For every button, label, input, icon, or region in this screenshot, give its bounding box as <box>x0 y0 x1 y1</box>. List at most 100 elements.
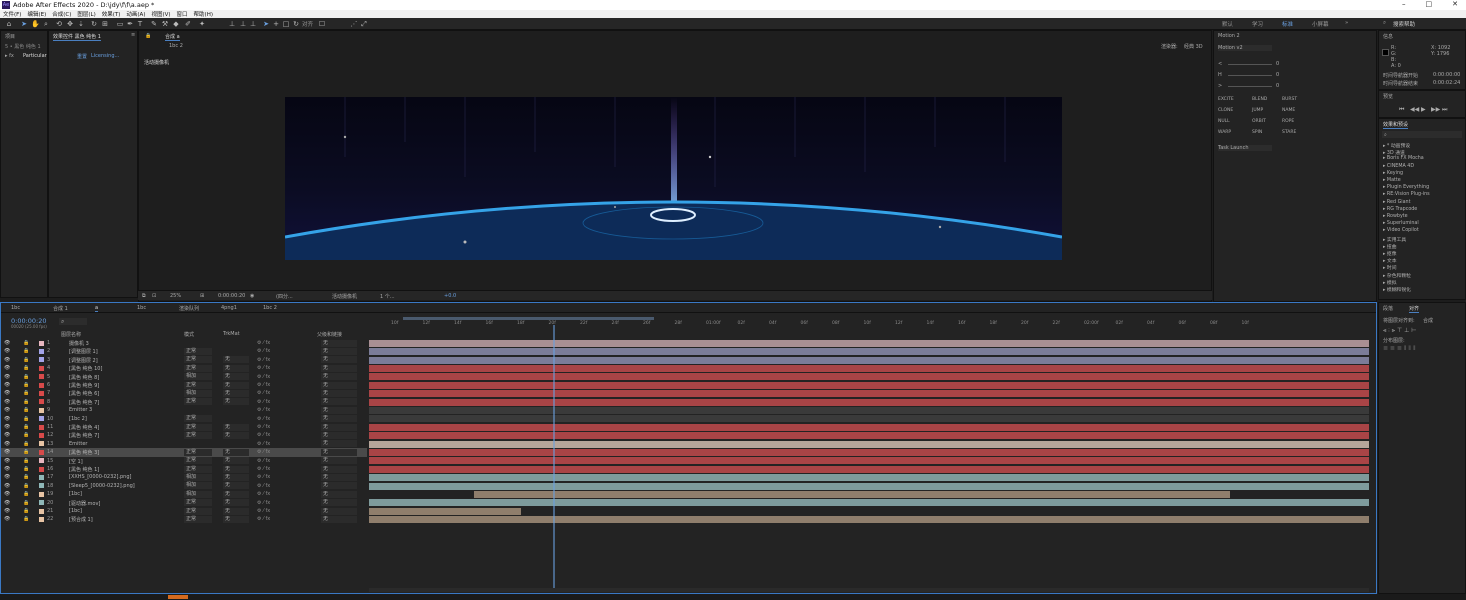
blend-mode-dropdown[interactable]: 相加 <box>184 490 212 498</box>
layer-switches[interactable]: ⚙ ⁄ fx <box>257 365 270 371</box>
playhead[interactable] <box>553 325 555 589</box>
label-color-swatch[interactable] <box>39 416 44 422</box>
lock-icon[interactable]: 🔒 <box>23 432 29 438</box>
lock-icon[interactable]: 🔒 <box>23 407 29 413</box>
lock-icon[interactable]: 🔒 <box>23 483 29 489</box>
label-color-swatch[interactable] <box>39 491 44 497</box>
search-help-icon[interactable]: ⌕ <box>1383 20 1386 27</box>
maximize-button[interactable]: □ <box>1426 0 1433 8</box>
eye-icon[interactable]: 👁 <box>4 382 10 388</box>
menu-edit[interactable]: 编辑(E) <box>27 10 46 18</box>
layer-row[interactable]: 👁 🔒 4 [黑色 纯色 10] 正常 无 ⚙ ⁄ fx 无 <box>1 364 367 372</box>
view-layout-dropdown[interactable]: 1 个... <box>380 293 395 300</box>
layer-duration-bar[interactable] <box>369 390 1369 398</box>
minimize-button[interactable]: – <box>1402 0 1406 8</box>
align-left-icon[interactable]: ⫷ ⫶ ⫸ ⊤ ⊥ ⊢ <box>1383 327 1416 335</box>
effects-category-item[interactable]: ▸ 实用工具 <box>1383 236 1406 243</box>
align-to-dropdown[interactable]: 合成 <box>1423 317 1433 324</box>
eye-icon[interactable]: 👁 <box>4 516 10 522</box>
lock-icon[interactable]: 🔒 <box>23 500 29 506</box>
menu-composition[interactable]: 合成(C) <box>52 10 71 18</box>
layer-row[interactable]: 👁 🔒 9 Emitter 3 ⚙ ⁄ fx 无 <box>1 406 367 414</box>
layer-name[interactable]: [黑色 纯色 1] <box>69 466 99 473</box>
blend-mode-dropdown[interactable]: 正常 <box>184 347 212 355</box>
layer-duration-bar[interactable] <box>474 490 1230 498</box>
panel-menu-icon[interactable]: ≡ <box>131 32 135 38</box>
eye-icon[interactable]: 👁 <box>4 474 10 480</box>
menu-layer[interactable]: 图层(L) <box>77 10 95 18</box>
column-layer-name[interactable]: 图层名称 <box>61 331 81 338</box>
menu-animation[interactable]: 动画(A) <box>126 10 145 18</box>
label-color-swatch[interactable] <box>39 508 44 514</box>
effects-category-item[interactable]: ▸ Boris FX Mocha <box>1383 156 1424 161</box>
layer-name[interactable]: [黑色 纯色 4] <box>69 424 99 431</box>
pan-tool-icon[interactable]: ✥ <box>66 20 74 28</box>
trkmat-dropdown[interactable]: 无 <box>223 465 249 473</box>
grid-snap-icon[interactable]: ⋰ <box>350 20 358 28</box>
parent-dropdown[interactable]: 无 <box>321 490 357 498</box>
eye-icon[interactable]: 👁 <box>4 458 10 464</box>
workspace-standard[interactable]: 标准 <box>1282 20 1293 28</box>
last-frame-icon[interactable]: ⏭ <box>1442 106 1447 114</box>
view-axis-icon[interactable]: ⊥ <box>249 20 257 28</box>
trkmat-dropdown[interactable]: 无 <box>223 457 249 465</box>
effect-toggle-icon[interactable]: ▸ fx <box>5 53 14 59</box>
slider-value-h[interactable]: 0 <box>1276 72 1279 78</box>
camera-view-dropdown[interactable]: 活动摄像机 <box>332 293 357 300</box>
rectangle-tool-icon[interactable]: ▭ <box>116 20 124 28</box>
timeline-tab[interactable]: 1bc 2 <box>263 305 277 311</box>
parent-dropdown[interactable]: 无 <box>321 406 357 414</box>
lock-icon[interactable]: 🔒 <box>23 399 29 405</box>
label-color-swatch[interactable] <box>39 374 44 380</box>
effects-category-item[interactable]: ▸ RG Trapcode <box>1383 207 1417 212</box>
blend-mode-dropdown[interactable]: 正常 <box>184 398 212 406</box>
layer-switches[interactable]: ⚙ ⁄ fx <box>257 458 270 464</box>
first-frame-icon[interactable]: ⏮ <box>1399 106 1404 114</box>
trkmat-dropdown[interactable]: 无 <box>223 490 249 498</box>
label-color-swatch[interactable] <box>39 424 44 430</box>
layer-duration-bar[interactable] <box>369 356 1369 364</box>
timeline-tab[interactable]: a <box>95 305 99 312</box>
effects-category-item[interactable]: ▸ Keying <box>1383 171 1403 176</box>
layer-name[interactable]: [调整图层 1] <box>69 348 98 355</box>
layer-duration-bar[interactable] <box>369 482 1369 490</box>
eye-icon[interactable]: 👁 <box>4 365 10 371</box>
layer-duration-bar[interactable] <box>369 423 1369 431</box>
menu-effect[interactable]: 效果(T) <box>102 10 121 18</box>
slider-value-left[interactable]: 0 <box>1276 61 1279 67</box>
layer-switches[interactable]: ⚙ ⁄ fx <box>257 474 270 480</box>
always-preview-icon[interactable]: ⧉ <box>142 293 146 299</box>
effect-name-particular[interactable]: Particular <box>23 53 47 59</box>
menu-help[interactable]: 帮助(H) <box>194 10 213 18</box>
motion-clone-button[interactable]: CLONE <box>1218 108 1233 113</box>
effects-category-item[interactable]: ▸ 模拟 <box>1383 279 1397 286</box>
tab-effects-presets[interactable]: 效果和预设 <box>1383 121 1409 129</box>
trkmat-dropdown[interactable]: 无 <box>223 448 249 456</box>
menu-view[interactable]: 视图(V) <box>151 10 170 18</box>
effects-search-input[interactable]: ⌕ <box>1382 131 1462 138</box>
layer-switches[interactable]: ⚙ ⁄ fx <box>257 390 270 396</box>
play-icon[interactable]: ▶ <box>1421 106 1426 113</box>
hand-tool-icon[interactable]: ✋ <box>31 20 40 28</box>
parent-dropdown[interactable]: 无 <box>321 339 357 347</box>
effects-category-item[interactable]: ▸ Plugin Everything <box>1383 185 1429 190</box>
layer-name[interactable]: Emitter <box>69 441 87 447</box>
snap-rotate-icon[interactable]: ↻ <box>292 20 300 28</box>
distribute-icons[interactable]: ≣ ≣ ≣ ⦀ ⦀ ⦀ <box>1383 345 1416 353</box>
layer-duration-bar[interactable] <box>369 348 1369 356</box>
renderer-value[interactable]: 经典 3D <box>1184 43 1203 50</box>
orbit-tool-icon[interactable]: ⟲ <box>55 20 63 28</box>
timeline-tab[interactable]: 合成 1 <box>53 305 68 312</box>
tab-preview[interactable]: 预览 <box>1383 93 1393 100</box>
blend-mode-dropdown[interactable]: 正常 <box>184 356 212 364</box>
comp-breadcrumb[interactable]: 1bc 2 <box>169 43 183 49</box>
layer-row[interactable]: 👁 🔒 21 [1bc] 正常 无 ⚙ ⁄ fx 无 <box>1 507 367 515</box>
parent-dropdown[interactable]: 无 <box>321 507 357 515</box>
label-color-swatch[interactable] <box>39 407 44 413</box>
lock-icon[interactable]: 🔒 <box>23 382 29 388</box>
zoom-dropdown[interactable]: 25% <box>170 293 181 299</box>
composition-canvas[interactable] <box>285 97 1062 260</box>
effects-category-item[interactable]: ▸ 杂色和颗粒 <box>1383 272 1411 279</box>
lock-icon[interactable]: 🔒 <box>23 474 29 480</box>
layer-row[interactable]: 👁 🔒 19 [1bc] 相加 无 ⚙ ⁄ fx 无 <box>1 490 367 498</box>
